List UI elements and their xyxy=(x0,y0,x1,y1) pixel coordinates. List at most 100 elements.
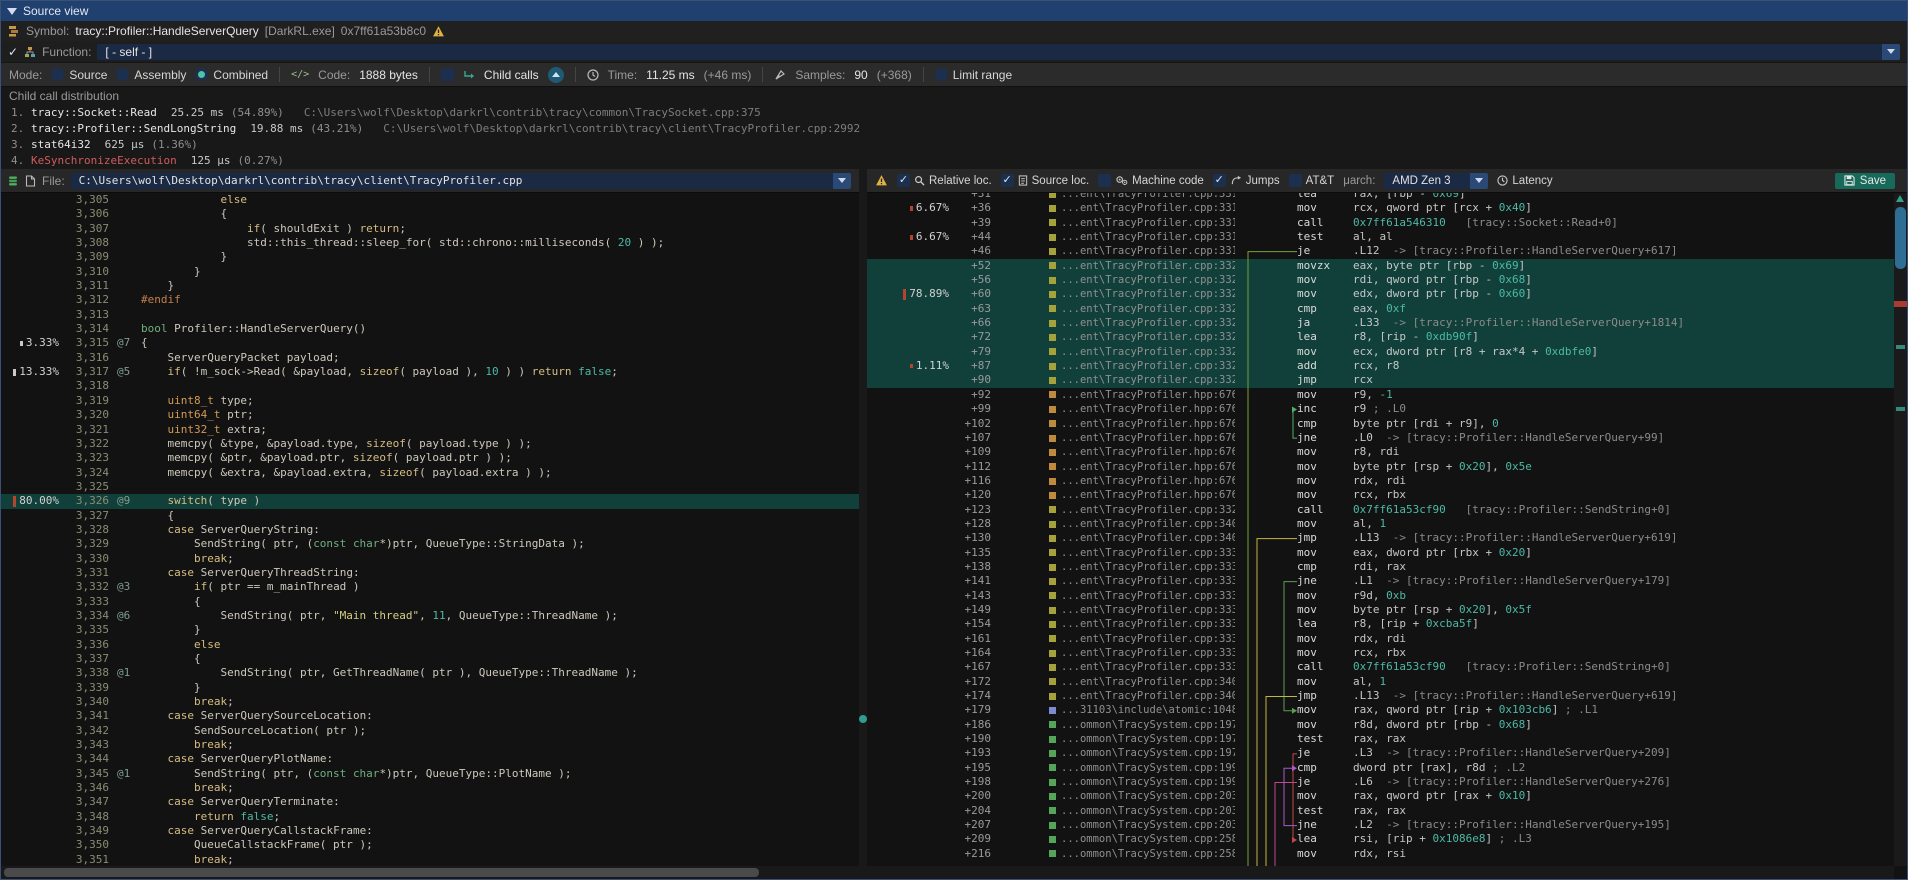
splitter-grip[interactable] xyxy=(859,715,867,723)
source-line[interactable]: 3,343 break; xyxy=(1,738,859,752)
radio-icon[interactable] xyxy=(195,68,208,81)
source-line[interactable]: 3,336 else xyxy=(1,638,859,652)
asm-line[interactable]: +207...ommon\TracySystem.cpp:203jne.L2 -… xyxy=(867,818,1894,832)
asm-line[interactable]: +167...ent\TracyProfiler.cpp:3334call0x7… xyxy=(867,660,1894,674)
asm-line[interactable]: +72...ent\TracyProfiler.cpp:3326lear8, [… xyxy=(867,330,1894,344)
collapse-child-calls-button[interactable] xyxy=(548,67,564,83)
source-line[interactable]: 3,316 ServerQueryPacket payload; xyxy=(1,351,859,365)
check-icon[interactable]: ✓ xyxy=(8,45,18,59)
asm-line[interactable]: +172...ent\TracyProfiler.cpp:3401moval, … xyxy=(867,675,1894,689)
asm-line[interactable]: +123...ent\TracyProfiler.cpp:3329call0x7… xyxy=(867,503,1894,517)
source-line[interactable]: 3,321 uint32_t extra; xyxy=(1,423,859,437)
source-line[interactable]: 3,324 memcpy( &extra, &payload.extra, si… xyxy=(1,466,859,480)
asm-line[interactable]: +190...ommon\TracySystem.cpp:197testrax,… xyxy=(867,732,1894,746)
asm-line[interactable]: +195...ommon\TracySystem.cpp:199cmpdword… xyxy=(867,761,1894,775)
source-line[interactable]: 13.33%3,317@5 if( !m_sock->Read( &payloa… xyxy=(1,365,859,379)
source-line[interactable]: 3,332@3 if( ptr == m_mainThread ) xyxy=(1,580,859,594)
vertical-scrollbar[interactable] xyxy=(1894,193,1907,866)
source-line[interactable]: 3,312#endif xyxy=(1,293,859,307)
window-titlebar[interactable]: Source view xyxy=(1,1,1907,21)
asm-line[interactable]: +174...ent\TracyProfiler.cpp:3401jmp.L13… xyxy=(867,689,1894,703)
child-call-entry[interactable]: 4.KeSynchronizeExecution125 μs(0.27%) xyxy=(1,153,1907,169)
asm-line[interactable]: +120...ent\TracyProfiler.hpp:676movrcx, … xyxy=(867,488,1894,502)
asm-line[interactable]: +128...ent\TracyProfiler.cpp:3401moval, … xyxy=(867,517,1894,531)
function-combo[interactable]: [ - self - ] xyxy=(97,44,1900,60)
source-line[interactable]: 3,330 break; xyxy=(1,552,859,566)
latency-button[interactable]: Latency xyxy=(1497,175,1552,187)
asm-line[interactable]: +216...ommon\TracySystem.cpp:258movrdx, … xyxy=(867,847,1894,861)
radio-icon[interactable] xyxy=(116,68,129,81)
source-line[interactable]: 3,341 case ServerQuerySourceLocation: xyxy=(1,709,859,723)
save-button[interactable]: Save xyxy=(1835,173,1895,189)
chevron-down-icon[interactable] xyxy=(1882,44,1900,60)
asm-line[interactable]: 6.67%+44...ent\TracyProfiler.cpp:3317tes… xyxy=(867,230,1894,244)
att-syntax-toggle[interactable]: ✓ AT&T xyxy=(1289,174,1335,187)
source-line[interactable]: 3,306 { xyxy=(1,207,859,221)
horizontal-scrollbar[interactable] xyxy=(867,866,1894,879)
asm-line[interactable]: 78.89%+60...ent\TracyProfiler.cpp:3326mo… xyxy=(867,287,1894,301)
mode-radio-combined[interactable]: Combined xyxy=(195,68,268,82)
source-line[interactable]: 3,331 case ServerQueryThreadString: xyxy=(1,566,859,580)
machine-code-toggle[interactable]: ✓ Machine code xyxy=(1098,174,1204,187)
relative-loc-toggle[interactable]: ✓ Relative loc. xyxy=(897,174,992,187)
source-loc-toggle[interactable]: ✓ Source loc. xyxy=(1001,174,1090,187)
checkbox-icon[interactable]: ✓ xyxy=(1001,174,1014,187)
source-line[interactable]: 3,322 memcpy( &type, &payload.type, size… xyxy=(1,437,859,451)
source-line[interactable]: 3,340 break; xyxy=(1,695,859,709)
source-line[interactable]: 3,311 } xyxy=(1,279,859,293)
splitter[interactable] xyxy=(859,169,867,879)
asm-line[interactable]: +56...ent\TracyProfiler.cpp:3326movrdi, … xyxy=(867,273,1894,287)
asm-line[interactable]: +46...ent\TracyProfiler.cpp:3317je.L12 -… xyxy=(867,244,1894,258)
asm-line[interactable]: +161...ent\TracyProfiler.cpp:3334movrdx,… xyxy=(867,632,1894,646)
horizontal-scrollbar[interactable] xyxy=(1,866,859,879)
asm-line[interactable]: +92...ent\TracyProfiler.hpp:676movr9, -1 xyxy=(867,388,1894,402)
asm-line[interactable]: +79...ent\TracyProfiler.cpp:3326movecx, … xyxy=(867,345,1894,359)
uarch-combo[interactable]: AMD Zen 3 xyxy=(1384,173,1488,189)
asm-line[interactable]: +112...ent\TracyProfiler.hpp:676movbyte … xyxy=(867,460,1894,474)
source-line[interactable]: 3,344 case ServerQueryPlotName: xyxy=(1,752,859,766)
asm-line[interactable]: +149...ent\TracyProfiler.cpp:3334movbyte… xyxy=(867,603,1894,617)
asm-line[interactable]: +109...ent\TracyProfiler.hpp:676movr8, r… xyxy=(867,445,1894,459)
jumps-toggle[interactable]: ✓ Jumps xyxy=(1213,174,1280,187)
source-code-view[interactable]: 3,305 else3,306 {3,307 if( shouldExit ) … xyxy=(1,193,859,866)
source-line[interactable]: 3,348 return false; xyxy=(1,810,859,824)
asm-line[interactable]: 1.11%+87...ent\TracyProfiler.cpp:3326add… xyxy=(867,359,1894,373)
child-call-entry[interactable]: 1.tracy::Socket::Read25.25 ms(54.89%)C:\… xyxy=(1,105,1907,121)
radio-icon[interactable] xyxy=(51,68,64,81)
source-line[interactable]: 3,307 if( shouldExit ) return; xyxy=(1,222,859,236)
child-calls-checkbox[interactable]: ✓ xyxy=(441,68,454,81)
assembly-view[interactable]: +31...ent\TracyProfiler.cpp:3317learax, … xyxy=(867,193,1907,879)
source-line[interactable]: 3,346 break; xyxy=(1,781,859,795)
asm-line[interactable]: +179...31103\include\atomic:1048movrax, … xyxy=(867,703,1894,717)
source-line[interactable]: 3,327 { xyxy=(1,509,859,523)
source-line[interactable]: 3,349 case ServerQueryCallstackFrame: xyxy=(1,824,859,838)
limit-range-toggle[interactable]: Limit range xyxy=(935,68,1012,82)
source-line[interactable]: 3,337 { xyxy=(1,652,859,666)
asm-line[interactable]: +164...ent\TracyProfiler.cpp:3334movrcx,… xyxy=(867,646,1894,660)
asm-line[interactable]: +31...ent\TracyProfiler.cpp:3317learax, … xyxy=(867,193,1894,201)
checkbox-icon[interactable]: ✓ xyxy=(1098,174,1111,187)
asm-line[interactable]: +143...ent\TracyProfiler.cpp:3334movr9d,… xyxy=(867,589,1894,603)
warning-icon[interactable] xyxy=(432,25,445,38)
source-line[interactable]: 3,350 QueueCallstackFrame( ptr ); xyxy=(1,838,859,852)
source-line[interactable]: 80.00%3,326@9 switch( type ) xyxy=(1,494,859,508)
collapse-icon[interactable] xyxy=(7,8,17,15)
source-line[interactable]: 3,310 } xyxy=(1,265,859,279)
chevron-down-icon[interactable] xyxy=(1470,173,1488,189)
source-line[interactable]: 3,334@6 SendString( ptr, "Main thread", … xyxy=(1,609,859,623)
asm-line[interactable]: +141...ent\TracyProfiler.cpp:3332jne.L1 … xyxy=(867,574,1894,588)
asm-line[interactable]: +154...ent\TracyProfiler.cpp:3334lear8, … xyxy=(867,617,1894,631)
asm-line[interactable]: +99...ent\TracyProfiler.hpp:676incr9 ; .… xyxy=(867,402,1894,416)
asm-line[interactable]: +209...ommon\TracySystem.cpp:258learsi, … xyxy=(867,832,1894,846)
scrollbar-thumb[interactable] xyxy=(1895,207,1906,269)
child-call-entry[interactable]: 3.stat64i32625 μs(1.36%) xyxy=(1,137,1907,153)
source-line[interactable]: 3,338@1 SendString( ptr, GetThreadName( … xyxy=(1,666,859,680)
source-line[interactable]: 3,351 break; xyxy=(1,853,859,866)
asm-line[interactable]: +90...ent\TracyProfiler.cpp:3326jmprcx xyxy=(867,373,1894,387)
limit-range-checkbox[interactable] xyxy=(935,68,948,81)
source-line[interactable]: 3,309 } xyxy=(1,250,859,264)
source-line[interactable]: 3,319 uint8_t type; xyxy=(1,394,859,408)
asm-line[interactable]: +116...ent\TracyProfiler.hpp:676movrdx, … xyxy=(867,474,1894,488)
chevron-down-icon[interactable] xyxy=(833,173,851,189)
asm-line[interactable]: +66...ent\TracyProfiler.cpp:3326ja.L33 -… xyxy=(867,316,1894,330)
